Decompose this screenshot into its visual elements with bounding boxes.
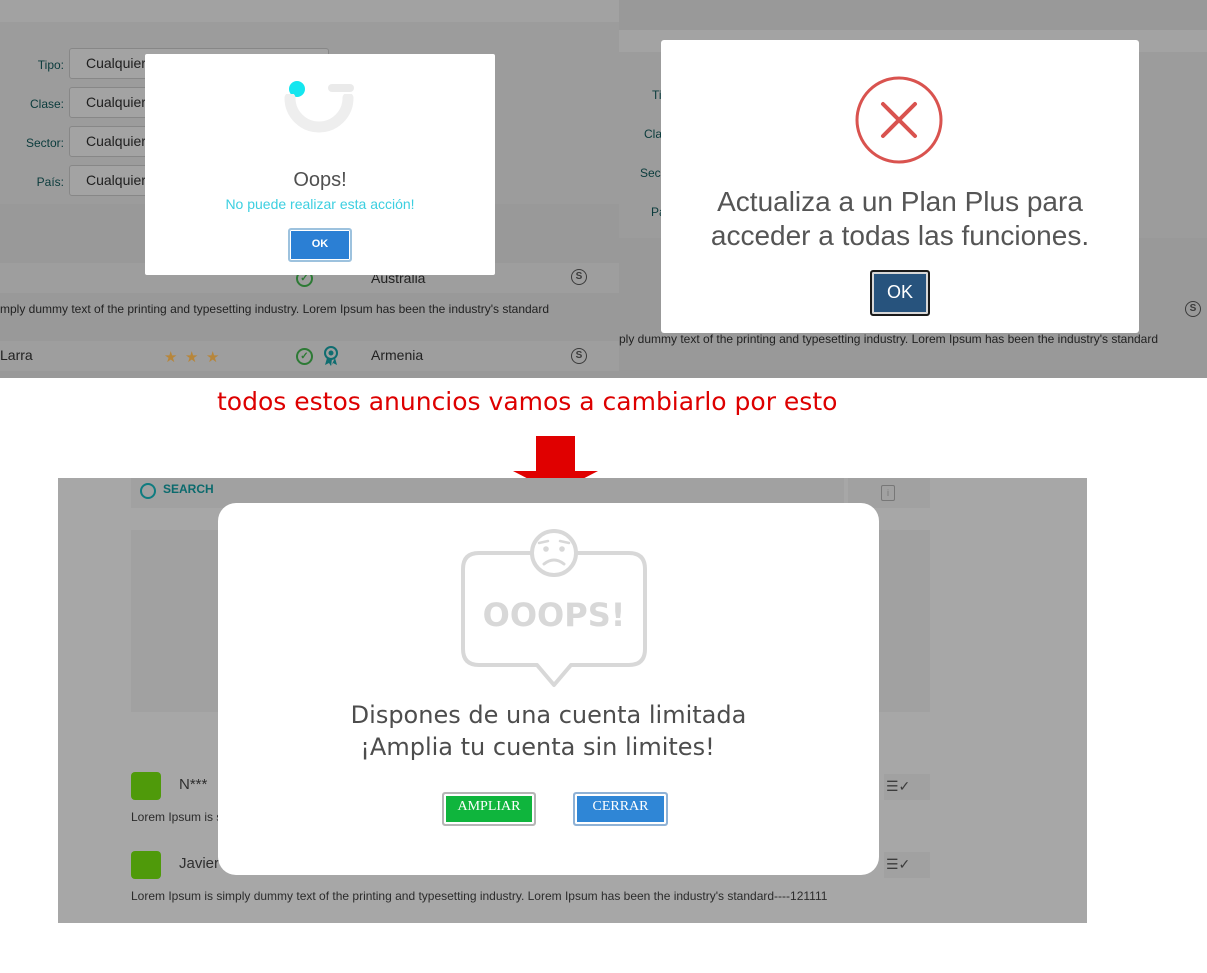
dialog-message: Dispones de una cuenta limitada ¡Amplia … (218, 699, 879, 763)
annotation-text: todos estos anuncios vamos a cambiarlo p… (217, 387, 838, 416)
list-item[interactable]: Larra ★ ★ ★ ✓ Armenia S (0, 341, 619, 371)
item-description: ply dummy text of the printing and types… (619, 332, 1159, 346)
filter-label-pais: País: (36, 175, 64, 189)
ok-button[interactable]: OK (870, 270, 930, 316)
avatar (131, 772, 161, 800)
dialog-message: No puede realizar esta acción! (225, 196, 415, 212)
skype-icon[interactable]: S (571, 348, 587, 364)
star-icon: ★ (185, 349, 199, 366)
ooops-speech-bubble-icon: OOOPS! (461, 529, 647, 687)
item-name: N*** (179, 776, 208, 793)
filter-label-sector: Sec (640, 166, 661, 180)
ampliar-button[interactable]: AMPLIAR (442, 792, 536, 826)
checklist-icon: ☰✓ (886, 856, 911, 872)
top-bar (0, 0, 619, 22)
dialog-title: Oops! (293, 169, 347, 191)
filter-label-clase: Cla (644, 127, 663, 141)
award-ribbon-icon (324, 346, 338, 366)
search-label: SEARCH (163, 482, 214, 496)
country-label: Armenia (371, 347, 424, 363)
checklist-icon: ☰✓ (886, 778, 911, 794)
limited-account-dialog: OOOPS! Dispones de una cuenta limitada ¡… (218, 503, 879, 875)
wink-eye-dash-icon (328, 84, 354, 92)
dialog-message: Actualiza a un Plan Plus para acceder a … (661, 185, 1139, 253)
list-action-button[interactable]: ☰✓ (884, 852, 930, 878)
wink-smile-icon (284, 94, 354, 133)
verified-check-icon: ✓ (296, 348, 313, 365)
item-name: Javier (179, 855, 220, 872)
star-icon: ★ (206, 349, 220, 366)
star-icon: ★ (164, 349, 178, 366)
oops-dialog: Oops! No puede realizar esta acción! OK (145, 54, 495, 275)
ooops-badge-text: OOOPS! (483, 596, 626, 634)
upgrade-dialog: Actualiza a un Plan Plus para acceder a … (661, 40, 1139, 333)
screenshot-new-limited-account-dialog: SEARCH i N*** ☰✓ Lorem Ipsum is s Javier… (58, 478, 1087, 923)
filter-label-tipo: Tipo: (37, 58, 64, 72)
item-description: Lorem Ipsum is simply dummy text of the … (131, 889, 828, 903)
search-icon (140, 483, 156, 499)
item-description: mply dummy text of the printing and type… (0, 302, 550, 316)
filter-label-sector: Sector: (25, 136, 64, 150)
item-name: Larra (0, 347, 33, 363)
dialog-message-line1: Actualiza a un Plan Plus para (717, 186, 1083, 217)
skype-icon[interactable]: S (1185, 301, 1201, 317)
skype-icon[interactable]: S (571, 269, 587, 285)
dialog-message-line2: ¡Amplia tu cuenta sin limites! (360, 733, 715, 761)
screenshot-oops-dialog: Tipo: Cualquier Clase: Cualquier Sector:… (0, 0, 619, 378)
filter-label-clase: Clase: (29, 97, 64, 111)
list-action-button[interactable]: ☰✓ (884, 774, 930, 800)
dialog-message-line2: acceder a todas las funciones. (710, 220, 1090, 251)
dialog-message-line1: Dispones de una cuenta limitada (350, 701, 747, 729)
item-description: Lorem Ipsum is s (131, 810, 223, 824)
screenshot-upgrade-dialog: Ti Cla Sec Pa S ply dummy text of the pr… (619, 0, 1207, 378)
info-icon: i (881, 485, 895, 501)
error-x-icon (855, 76, 943, 164)
cerrar-button[interactable]: CERRAR (573, 792, 668, 826)
ok-button[interactable]: OK (288, 228, 352, 262)
avatar (131, 851, 161, 879)
